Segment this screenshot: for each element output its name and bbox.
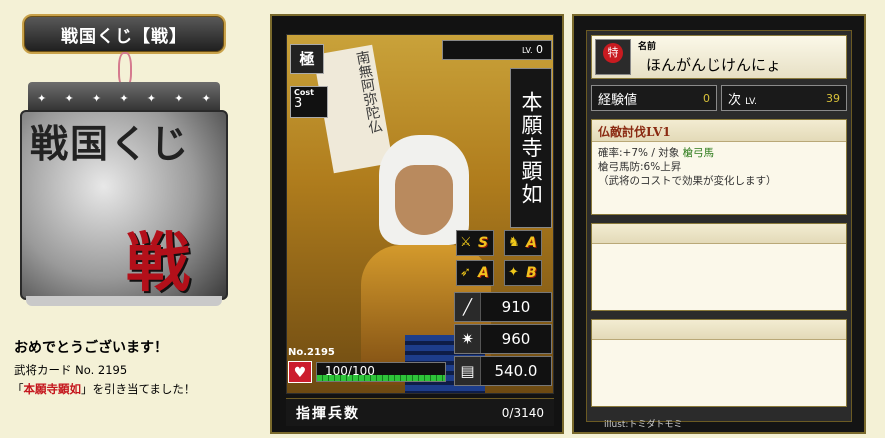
defense-stat: ✷ 960 [454, 324, 552, 354]
name-row: 特 名前 ほんがんじけんにょ [591, 35, 847, 79]
special-badge: 特 [595, 39, 631, 75]
lottery-title-plate: 戦国くじ【戦】 [22, 14, 226, 54]
next-label: 次 LV. [728, 92, 758, 108]
cannon-icon: ✦ [508, 265, 519, 280]
card-number-line: 武将カード No. 2195 [14, 363, 128, 377]
card-detail-panel: 特 名前 ほんがんじけんにょ 経験値 0 次 LV. 39 仏敵討伐LV1 確率… [572, 14, 866, 434]
exp-value: 0 [703, 91, 710, 105]
skill-line-1: 確率:+7% / 対象 槍弓馬 [598, 147, 715, 159]
result-line: 「本願寺顕如」を引き当てました！ [12, 382, 196, 396]
lottery-calendar-image: ✦ ✦ ✦ ✦ ✦ ✦ ✦ 戦国くじ 戦 [20, 82, 228, 307]
spear-icon: ⚔ [460, 235, 472, 250]
level-label: LV. [521, 46, 533, 55]
general-portrait [327, 95, 491, 393]
portrait-face [395, 165, 453, 235]
general-card: 南無阿弥陀仏 極 Cost 3 LV. 0 本願寺顕如 ⚔ S ♞ A ➶ A … [270, 14, 564, 434]
attack-stat: ╱ 910 [454, 292, 552, 322]
card-number: No.2195 [288, 347, 335, 358]
heart-icon: ♥ [288, 361, 312, 383]
exp-label: 経験値 [598, 92, 638, 108]
bow-aptitude: ➶ A [456, 260, 494, 286]
defense-icon: ✷ [455, 325, 481, 353]
bow-icon: ➶ [460, 265, 471, 280]
defense-value: 960 [501, 330, 531, 348]
bow-grade: A [478, 265, 489, 281]
skill-panel: 仏敵討伐LV1 確率:+7% / 対象 槍弓馬 槍弓馬防:6%上昇 （武将のコス… [591, 119, 847, 215]
hp-text: 100/100 [325, 364, 375, 378]
general-name: 本願寺顕如 [510, 68, 552, 228]
horse-icon: ♞ [508, 235, 520, 250]
intelligence-icon: ▤ [455, 357, 481, 385]
tokusei-icon: 特 [603, 43, 623, 63]
lottery-title: 戦国くじ【戦】 [61, 26, 187, 47]
result-name: 本願寺顕如 [23, 382, 82, 396]
calendar-base [26, 296, 222, 306]
attack-value: 910 [501, 298, 531, 316]
skill-slot-2 [591, 223, 847, 311]
level-value: 0 [536, 43, 543, 56]
spear-grade: S [478, 235, 489, 251]
skill-line-3: （武将のコストで効果が変化します） [598, 175, 777, 187]
hp-row: ♥ 100/100 [288, 360, 448, 384]
cannon-grade: B [526, 265, 537, 281]
skill-slot-3-header [592, 320, 846, 340]
congrats-message: おめでとうございます！ [14, 340, 168, 356]
attack-icon: ╱ [455, 293, 481, 321]
exp-cell: 経験値 0 [591, 85, 717, 111]
next-value: 39 [826, 91, 840, 105]
skill-title: 仏敵討伐LV1 [592, 120, 846, 142]
cost-box: Cost 3 [290, 86, 328, 118]
cost-value: 3 [294, 96, 303, 111]
intelligence-value: 540.0 [494, 362, 538, 380]
name-label: 名前 [638, 42, 657, 52]
name-reading: ほんがんじけんにょ [646, 56, 782, 74]
cannon-aptitude: ✦ B [504, 260, 542, 286]
calendar-page: 戦国くじ 戦 [20, 110, 228, 300]
troop-count: 0/3140 [501, 405, 544, 420]
skill-line-2: 槍弓馬防:6%上昇 [598, 161, 682, 173]
calendar-ink-text: 戦国くじ [30, 121, 191, 166]
hp-bar: 100/100 [316, 362, 446, 382]
level-box: LV. 0 [442, 40, 552, 60]
exp-row: 経験値 0 次 LV. 39 [591, 85, 847, 111]
troop-bar: 指揮兵数 0/3140 [286, 398, 554, 426]
skill-target: 槍弓馬 [682, 147, 715, 159]
spear-aptitude: ⚔ S [456, 230, 494, 256]
troop-label: 指揮兵数 [296, 405, 360, 422]
next-level-cell: 次 LV. 39 [721, 85, 847, 111]
skill-slot-2-header [592, 224, 846, 244]
rarity-badge: 極 [290, 44, 324, 74]
horse-aptitude: ♞ A [504, 230, 542, 256]
horse-grade: A [526, 235, 537, 251]
illustrator-credit: illust:トミダトモミ [604, 420, 683, 430]
calendar-ink-big: 戦 [126, 226, 190, 300]
skill-slot-3 [591, 319, 847, 407]
skill-description: 確率:+7% / 対象 槍弓馬 槍弓馬防:6%上昇 （武将のコストで効果が変化し… [592, 142, 846, 192]
calendar-dots: ✦ ✦ ✦ ✦ ✦ ✦ ✦ [37, 92, 211, 105]
intelligence-stat: ▤ 540.0 [454, 356, 552, 386]
detail-inner: 特 名前 ほんがんじけんにょ 経験値 0 次 LV. 39 仏敵討伐LV1 確率… [586, 30, 852, 422]
